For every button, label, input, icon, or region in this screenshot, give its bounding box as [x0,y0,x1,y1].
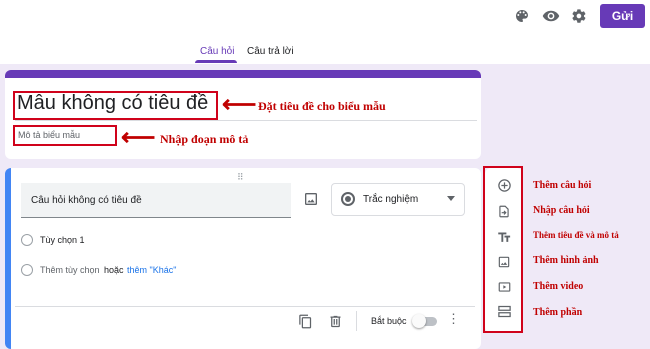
tab-bar [0,40,650,64]
footer-separator [356,311,357,331]
add-image-icon[interactable] [303,191,319,207]
title-underline [15,120,477,121]
title-arrow-icon: ⟵ [222,91,257,118]
gear-icon[interactable] [569,6,589,26]
option-label[interactable]: Tùy chọn 1 [40,235,85,245]
question-type-label: Trắc nghiệm [363,194,419,205]
active-tab-indicator [195,60,237,63]
add-option-link[interactable]: Thêm tùy chọn [40,265,100,275]
chevron-down-icon [447,196,455,201]
palette-icon[interactable] [512,6,532,26]
add-option-radio [21,264,33,276]
question-title: Câu hỏi không có tiêu đề [31,195,142,206]
toolbar-highlight-box [483,166,523,333]
toolbar-annotation-import: Nhập câu hỏi [533,205,590,216]
required-label: Bắt buộc [371,316,407,326]
toolbar-annotation-title: Thêm tiêu đề và mô tả [533,230,619,240]
description-arrow-icon: ⟵ [121,124,156,151]
add-other-link[interactable]: thêm "Khác" [127,265,176,275]
toolbar-annotation-add-question: Thêm câu hỏi [533,180,592,191]
toolbar-annotation-video: Thêm video [533,281,584,292]
description-highlight-box [13,125,117,146]
multiple-choice-icon [341,192,355,206]
toolbar-annotation-section: Thêm phần [533,307,583,318]
title-annotation: Đặt tiêu đề cho biểu mẫu [258,99,386,113]
question-footer-divider [15,306,475,307]
title-highlight-box [13,91,218,120]
or-text: hoặc [104,265,124,275]
toolbar-annotation-image: Thêm hình ảnh [533,255,599,266]
eye-icon[interactable] [541,6,561,26]
send-button[interactable]: Gửi [600,4,645,28]
tab-responses[interactable]: Câu trả lời [247,46,294,57]
delete-icon[interactable] [327,313,343,329]
drag-handle-icon[interactable]: ⠿ [237,172,245,183]
description-annotation: Nhập đoạn mô tả [160,132,249,146]
required-toggle-knob[interactable] [412,314,426,328]
option-radio [21,234,33,246]
tab-questions[interactable]: Câu hỏi [200,46,234,57]
more-options-icon[interactable]: ⋮ [447,312,460,325]
duplicate-icon[interactable] [297,313,313,329]
